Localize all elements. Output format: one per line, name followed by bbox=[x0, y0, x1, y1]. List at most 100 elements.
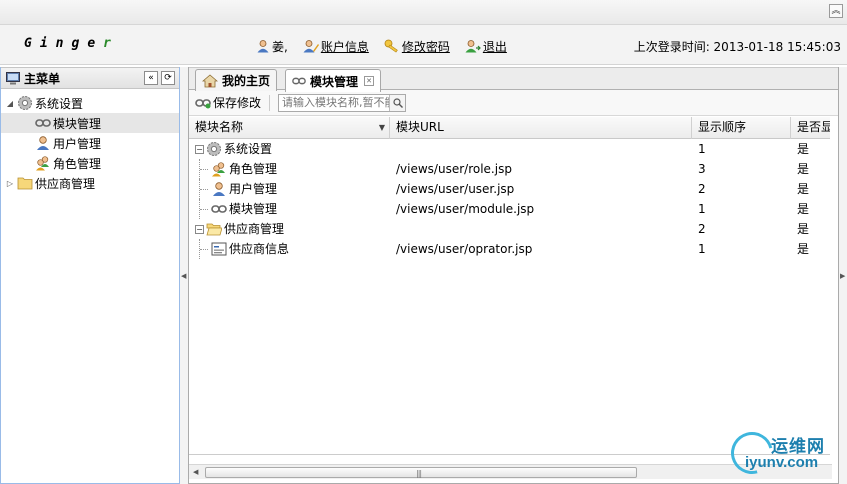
search-icon[interactable] bbox=[389, 94, 406, 111]
tree-collapse-icon[interactable]: − bbox=[195, 224, 204, 234]
sidebar-tree: ◢ 系统设置 模块管理 用户管理 角色管理 ▷ 供应商管理 bbox=[1, 89, 179, 193]
account-info-link[interactable]: 账户信息 bbox=[303, 38, 369, 55]
grid-cell-order: 2 bbox=[698, 182, 706, 196]
last-login-time: 上次登录时间: 2013-01-18 15:45:03 bbox=[633, 40, 841, 54]
sidebar-item-module-management[interactable]: 模块管理 bbox=[1, 113, 179, 133]
collapse-left-arrow-icon[interactable]: ◀ bbox=[181, 272, 186, 280]
grid-cell-name: 模块管理 bbox=[195, 199, 385, 219]
toolbar-separator bbox=[269, 94, 271, 111]
app-logo: Ginger bbox=[24, 36, 119, 51]
grid-cell-url: /views/user/module.jsp bbox=[396, 202, 535, 216]
grid-cell-order: 1 bbox=[698, 242, 706, 256]
key-icon bbox=[384, 39, 398, 53]
grid-cell-url: /views/user/role.jsp bbox=[396, 162, 512, 176]
sidebar-tools: « ⟳ bbox=[144, 71, 175, 85]
link-icon bbox=[35, 119, 51, 127]
column-menu-icon[interactable]: ▼ bbox=[379, 117, 385, 138]
grid-cell-visible: 是 bbox=[797, 202, 810, 216]
logout-icon bbox=[465, 40, 481, 53]
grid-cell-visible: 是 bbox=[797, 222, 810, 236]
grid-cell-name: 用户管理 bbox=[195, 179, 385, 199]
grid-cell-visible: 是 bbox=[797, 162, 810, 176]
table-row[interactable]: 用户管理 /views/user/user.jsp 2 是 bbox=[189, 179, 830, 199]
grid-cell-visible: 是 bbox=[797, 142, 810, 156]
refresh-icon[interactable]: ⟳ bbox=[161, 71, 175, 85]
link-icon bbox=[211, 205, 227, 213]
table-row[interactable]: 模块管理 /views/user/module.jsp 1 是 bbox=[189, 199, 830, 219]
gear-icon bbox=[207, 142, 221, 156]
user-icon bbox=[257, 40, 269, 53]
table-row[interactable]: 角色管理 /views/user/role.jsp 3 是 bbox=[189, 159, 830, 179]
change-password-link[interactable]: 修改密码 bbox=[384, 38, 450, 55]
tab-bar: 我的主页 模块管理 ✕ bbox=[189, 67, 838, 92]
table-row[interactable]: 供应商信息 /views/user/oprator.jsp 1 是 bbox=[189, 239, 830, 259]
grid-cell-order: 1 bbox=[698, 142, 706, 156]
top-bar: ︽ bbox=[0, 0, 847, 25]
left-splitter[interactable]: ◀ bbox=[180, 67, 188, 484]
role-icon bbox=[212, 162, 225, 177]
collapse-left-icon[interactable]: « bbox=[144, 71, 158, 85]
home-icon bbox=[202, 73, 218, 87]
folder-open-icon bbox=[206, 223, 222, 236]
grid-cell-order: 3 bbox=[698, 162, 706, 176]
sidebar-item-user-management[interactable]: 用户管理 bbox=[1, 133, 179, 153]
watermark-logo: 运维网 iyunv.com bbox=[723, 424, 839, 482]
gear-icon bbox=[18, 96, 32, 110]
module-grid: 模块名称 ▼ 模块URL 显示顺序 是否显 − 系统设置 1 是 角色管理 /vi… bbox=[189, 117, 830, 455]
right-splitter[interactable]: ▶ bbox=[839, 67, 847, 484]
account-edit-icon bbox=[303, 40, 319, 53]
column-header-is-visible[interactable]: 是否显 bbox=[791, 117, 830, 139]
link-icon bbox=[292, 77, 306, 85]
monitor-icon bbox=[6, 71, 20, 84]
grid-cell-visible: 是 bbox=[797, 182, 810, 196]
expand-right-arrow-icon[interactable]: ▶ bbox=[840, 272, 845, 280]
sidebar: 主菜单 « ⟳ ◢ 系统设置 模块管理 用户管理 角色管理 ▷ 供应商管理 bbox=[0, 67, 180, 484]
main-panel: 我的主页 模块管理 ✕ 保存修改 模块名称▼ 模块URL 显示顺序 是否显 bbox=[188, 67, 839, 484]
column-header-display-order[interactable]: 显示顺序 bbox=[692, 117, 791, 139]
tree-expanded-icon[interactable]: ◢ bbox=[5, 99, 15, 108]
horizontal-scroll-thumb[interactable]: ||| bbox=[205, 467, 637, 478]
grid-cell-name: 供应商信息 bbox=[195, 239, 385, 259]
logout-link[interactable]: 退出 bbox=[465, 38, 507, 55]
grid-toolbar: 保存修改 bbox=[189, 90, 838, 116]
grid-cell-name: 角色管理 bbox=[195, 159, 385, 179]
tab-home[interactable]: 我的主页 bbox=[195, 69, 278, 91]
role-icon bbox=[36, 156, 49, 171]
user-links: 姜, 账户信息 修改密码 退出 bbox=[256, 37, 522, 55]
sidebar-title: 主菜单 bbox=[24, 71, 61, 86]
column-header-module-url[interactable]: 模块URL bbox=[390, 117, 692, 139]
table-row[interactable]: − 供应商管理 2 是 bbox=[189, 219, 830, 239]
grid-cell-url: /views/user/oprator.jsp bbox=[396, 242, 533, 256]
sidebar-item-supplier-management[interactable]: ▷ 供应商管理 bbox=[1, 173, 179, 193]
grid-header: 模块名称 ▼ 模块URL 显示顺序 是否显 bbox=[189, 117, 830, 139]
grid-cell-url: /views/user/user.jsp bbox=[396, 182, 515, 196]
column-header-module-name[interactable]: 模块名称 ▼ bbox=[189, 117, 390, 139]
tree-collapse-icon[interactable]: − bbox=[195, 144, 204, 154]
app-header: Ginger 姜, 账户信息 修改密码 退出 上次登录时间: 2013-01-1… bbox=[0, 25, 847, 65]
user-icon bbox=[37, 136, 49, 150]
sidebar-item-system-settings[interactable]: ◢ 系统设置 bbox=[1, 93, 179, 113]
grid-cell-order: 2 bbox=[698, 222, 706, 236]
tab-close-icon[interactable]: ✕ bbox=[364, 76, 375, 86]
grid-cell-order: 1 bbox=[698, 202, 706, 216]
scroll-grip-icon: ||| bbox=[416, 469, 422, 478]
grid-cell-name: − 系统设置 bbox=[195, 142, 273, 156]
module-search-box bbox=[278, 93, 407, 112]
sidebar-item-role-management[interactable]: 角色管理 bbox=[1, 153, 179, 173]
form-icon bbox=[211, 242, 227, 256]
scroll-left-arrow-icon[interactable]: ◀ bbox=[193, 468, 198, 476]
watermark-en-text: iyunv.com bbox=[745, 454, 819, 471]
tree-collapsed-icon[interactable]: ▷ bbox=[5, 179, 15, 188]
table-row[interactable]: − 系统设置 1 是 bbox=[189, 139, 830, 159]
grid-cell-name: − 供应商管理 bbox=[195, 222, 285, 236]
user-name: 姜, bbox=[256, 38, 288, 55]
grid-cell-visible: 是 bbox=[797, 242, 810, 256]
save-changes-button[interactable]: 保存修改 bbox=[195, 94, 261, 111]
tab-module-management[interactable]: 模块管理 ✕ bbox=[285, 69, 382, 92]
save-link-icon bbox=[195, 98, 211, 108]
folder-icon bbox=[17, 177, 33, 190]
user-icon bbox=[213, 182, 225, 196]
double-chevron-up-icon[interactable]: ︽ bbox=[829, 4, 843, 18]
sidebar-header: 主菜单 « ⟳ bbox=[1, 67, 179, 89]
module-search-input[interactable] bbox=[279, 94, 392, 111]
